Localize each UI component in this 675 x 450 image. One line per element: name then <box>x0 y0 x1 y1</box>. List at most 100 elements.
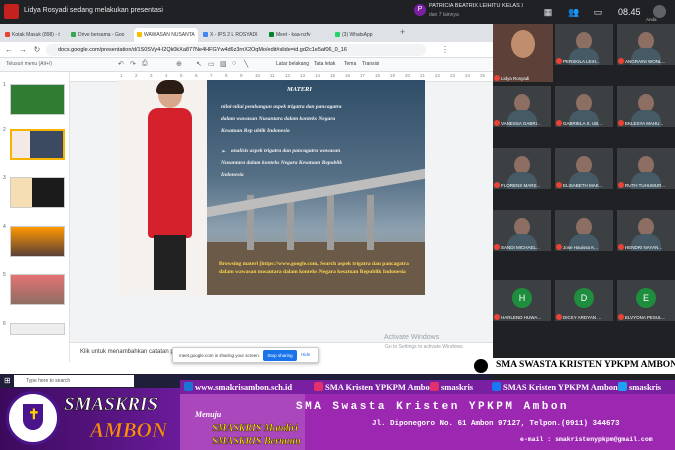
school-logo-small-icon <box>474 359 488 373</box>
participant-name: Lidya Rosyadi <box>501 76 530 81</box>
twitter-text: smaskris <box>629 382 662 392</box>
facebook-icon <box>492 382 501 391</box>
tab-classroom[interactable]: X - IPS 2 L ROSYADI <box>200 28 264 42</box>
ruler-number: 16 <box>345 73 351 78</box>
chat-icon[interactable]: ▭ <box>592 6 604 18</box>
participant-tile[interactable]: Jose Hauissa K... <box>555 210 613 251</box>
participant-tile[interactable]: PERSKILA LEIH... <box>555 24 613 65</box>
zoom-icon[interactable]: ⊕ <box>176 60 182 68</box>
mic-off-icon <box>494 314 500 320</box>
facebook-text: SMAS Kristen YPKPM Ambon <box>503 382 618 392</box>
tab-gmail[interactable]: Kotak Masuk (898) - t <box>2 28 66 42</box>
toolbar-theme[interactable]: Tema <box>344 61 356 67</box>
select-icon[interactable]: ↖ <box>196 60 202 68</box>
school-full-name: SMA Swasta Kristen YPKPM Ambon <box>296 401 570 413</box>
tab-meet[interactable]: Meet - kaa-nzfv <box>266 28 330 42</box>
slide-number: 2 <box>3 127 6 133</box>
participant-tile[interactable]: GABRIELA S. UB... <box>555 86 613 127</box>
participant-tile[interactable]: RUTH TUHUMUR... <box>617 148 675 189</box>
participant-tile-presenter[interactable]: Lidya Rosyadi <box>493 24 553 82</box>
slide-thumb-5[interactable] <box>10 274 65 305</box>
tab-bar: Kotak Masuk (898) - t Drive bersama - Go… <box>0 24 493 42</box>
participant-grid: Lidya Rosyadi PERSKILA LEIH... ANGRAINI … <box>493 24 675 374</box>
mic-off-icon <box>494 120 500 126</box>
reload-icon[interactable]: ↻ <box>32 45 42 55</box>
stop-sharing-button[interactable]: Stop sharing <box>263 350 297 361</box>
participant-tile[interactable]: E ELVYONA PESUL... <box>617 280 675 321</box>
globe-icon <box>184 382 193 391</box>
hide-button[interactable]: Hide <box>301 352 310 357</box>
participant-tile[interactable]: D DICKY ARDYAN ... <box>555 280 613 321</box>
grid-view-icon[interactable]: ▦ <box>542 6 554 18</box>
slide-thumb-6[interactable] <box>10 323 65 335</box>
ruler-number: 2 <box>135 73 138 78</box>
drive-icon <box>71 32 76 37</box>
social-links-bar: www.smakrisambon.sch.id SMA Kristen YPKP… <box>180 380 675 394</box>
tab-whatsapp[interactable]: (3) WhatsApp <box>332 28 396 42</box>
motto-lead: Menuju <box>195 410 222 419</box>
print-icon[interactable]: ⎙ <box>142 60 148 68</box>
toolbar-background[interactable]: Latar belakang <box>276 61 309 67</box>
facebook-link[interactable]: SMAS Kristen YPKPM Ambon <box>492 382 618 392</box>
redo-icon[interactable]: ↷ <box>130 60 136 68</box>
ruler-number: 3 <box>150 73 153 78</box>
tab-label: X - IPS 2 L ROSYADI <box>210 32 258 38</box>
bridge-pillar <box>287 195 294 250</box>
tab-label: Kotak Masuk (898) - t <box>12 32 60 38</box>
forward-icon[interactable]: → <box>18 45 28 55</box>
slide-thumb-3[interactable] <box>10 177 65 208</box>
activate-windows-sub: Go to Settings to activate Windows. <box>385 344 464 350</box>
participant-tile[interactable]: FLORENS MARS... <box>493 148 551 189</box>
toolbar-transition[interactable]: Transisi <box>362 61 379 67</box>
screen-share-bar: meet.google.com is sharing your screen. … <box>172 347 319 363</box>
people-icon[interactable]: 👥 <box>568 6 580 18</box>
slide-thumb-4[interactable] <box>10 226 65 257</box>
slide-thumb-2[interactable] <box>10 129 65 160</box>
menu-search[interactable]: Telusuri menu (Alt+/) <box>6 61 52 67</box>
url-field[interactable]: docs.google.com/presentation/d/1S0SVy4-l… <box>46 44 426 56</box>
slide-text-line: nilai-nilai pembangun aspek trigatra dan… <box>221 104 342 110</box>
slide-thumb-1[interactable] <box>10 84 65 115</box>
presenter-avatar[interactable]: P <box>414 4 426 16</box>
current-slide[interactable]: MATERI nilai-nilai pembangun aspek triga… <box>118 80 425 295</box>
ruler-number: 7 <box>210 73 213 78</box>
toolbar-layout[interactable]: Tata letak <box>314 61 335 67</box>
instagram-link-2[interactable]: smaskris <box>430 382 473 392</box>
presenter-chip-name[interactable]: PATRICIA BEATRIX LEIHITU KELAS X I... <box>429 3 523 9</box>
participant-name: PERSKILA LEIH... <box>563 59 600 64</box>
participant-tile[interactable]: HENDRI NAYAN... <box>617 210 675 251</box>
classroom-icon <box>203 32 208 37</box>
participant-tile[interactable]: ANGRAINI WONL... <box>617 24 675 65</box>
slide-text-line: analisis aspek trigatra dan pancagatra w… <box>231 148 341 154</box>
motto-bermutu: SMASKRIS Bermutu <box>212 436 301 447</box>
participant-name: HENDRI NAYAN... <box>625 245 663 250</box>
new-tab-icon[interactable]: + <box>400 27 405 37</box>
website-link[interactable]: www.smakrisambon.sch.id <box>184 382 292 392</box>
tab-label: WAWASAN NUSANTA <box>144 32 195 38</box>
participant-tile[interactable]: VANESSA GABRI... <box>493 86 551 127</box>
line-icon[interactable]: ╲ <box>244 60 248 68</box>
twitter-link[interactable]: smaskris <box>618 382 661 392</box>
tab-slides[interactable]: WAWASAN NUSANTA <box>134 28 198 42</box>
ruler-number: 21 <box>420 73 426 78</box>
participant-tile[interactable]: EKLESYA MAHU... <box>617 86 675 127</box>
image-icon[interactable]: ▨ <box>220 60 227 68</box>
participant-tile[interactable]: SANDI MICHAEL... <box>493 210 551 251</box>
ruler-number: 14 <box>315 73 321 78</box>
tab-drive[interactable]: Drive bersama - Goo <box>68 28 132 42</box>
extensions-icon[interactable]: ⋮ <box>440 45 450 55</box>
bridge-pillar <box>367 195 374 250</box>
gmail-icon <box>5 32 10 37</box>
ruler-number: 19 <box>390 73 396 78</box>
participant-tile[interactable]: ELISABETH MAK... <box>555 148 613 189</box>
ruler-number: 25 <box>480 73 486 78</box>
participant-tile[interactable]: H HARLEND HUWA... <box>493 280 551 321</box>
textbox-icon[interactable]: ▭ <box>208 60 215 68</box>
participant-name: Jose Hauissa K... <box>563 245 599 250</box>
undo-icon[interactable]: ↶ <box>118 60 124 68</box>
participant-face <box>511 30 535 58</box>
mic-off-icon <box>618 120 624 126</box>
back-icon[interactable]: ← <box>4 45 14 55</box>
instagram-link[interactable]: SMA Kristen YPKPM Ambon <box>314 382 434 392</box>
shape-icon[interactable]: ○ <box>232 60 236 67</box>
